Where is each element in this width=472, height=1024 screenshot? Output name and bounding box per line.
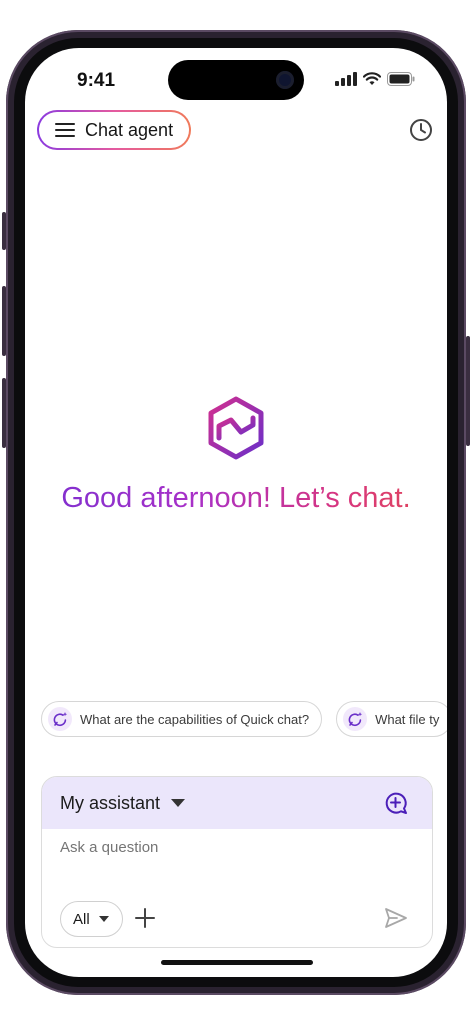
camera-icon bbox=[276, 71, 294, 89]
phone-volume-down-button bbox=[2, 378, 6, 448]
chat-sparkle-icon bbox=[48, 707, 72, 731]
hamburger-menu-icon bbox=[55, 123, 75, 137]
suggestion-chip-label: What are the capabilities of Quick chat? bbox=[80, 711, 310, 727]
caret-down-icon bbox=[98, 916, 109, 922]
suggestion-chips: What are the capabilities of Quick chat?… bbox=[41, 701, 447, 737]
agent-selector-button[interactable]: Chat agent bbox=[37, 110, 191, 150]
cellular-signal-icon bbox=[335, 72, 357, 86]
source-filter-select[interactable]: All bbox=[60, 901, 123, 937]
wifi-icon bbox=[363, 72, 381, 85]
clock-history-icon[interactable] bbox=[409, 118, 433, 142]
suggestion-chip-label: What file ty bbox=[375, 711, 440, 727]
assistant-selector[interactable]: My assistant bbox=[42, 777, 432, 829]
chat-sparkle-icon bbox=[343, 707, 368, 731]
suggestion-chip[interactable]: What file ty bbox=[336, 701, 447, 737]
source-filter-value: All bbox=[73, 910, 90, 928]
send-icon[interactable] bbox=[384, 907, 408, 929]
phone-power-button bbox=[466, 336, 470, 446]
app-screen: 9:41 Chat agent Good afternoon! Let’s ch… bbox=[25, 48, 447, 977]
phone-volume-up-button bbox=[2, 286, 6, 356]
new-chat-icon[interactable] bbox=[384, 791, 408, 815]
status-time: 9:41 bbox=[77, 70, 116, 91]
dynamic-island bbox=[168, 60, 304, 100]
assistant-label: My assistant bbox=[60, 792, 161, 813]
greeting-text: Good afternoon! Let’s chat. bbox=[25, 482, 447, 515]
agent-label: Chat agent bbox=[85, 119, 174, 140]
status-icons bbox=[335, 72, 415, 86]
question-input[interactable] bbox=[60, 839, 360, 856]
home-indicator bbox=[161, 960, 313, 965]
phone-side-button bbox=[2, 212, 6, 250]
caret-down-icon bbox=[171, 799, 186, 807]
chat-composer: My assistant All bbox=[41, 776, 433, 948]
add-attachment-icon[interactable] bbox=[134, 907, 156, 929]
hexagon-brand-logo bbox=[208, 396, 264, 460]
suggestion-chip[interactable]: What are the capabilities of Quick chat? bbox=[41, 701, 323, 737]
battery-icon bbox=[387, 72, 415, 86]
